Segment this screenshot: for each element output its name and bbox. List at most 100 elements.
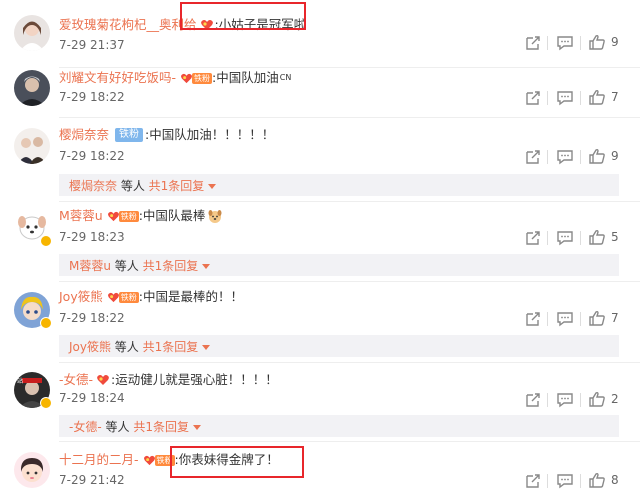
verified-badge-icon: [40, 317, 52, 329]
comment-icon[interactable]: [556, 392, 574, 408]
divider: [580, 474, 581, 488]
share-icon[interactable]: [524, 311, 542, 327]
highlight-box: [170, 446, 304, 478]
comment-icon[interactable]: [556, 473, 574, 489]
avatar[interactable]: [14, 452, 50, 488]
reply-count-link[interactable]: 共1条回复: [143, 340, 199, 354]
dog-emoji-icon: [207, 208, 223, 224]
reply-author[interactable]: -女德-: [69, 420, 102, 434]
reply-count-link[interactable]: 共1条回复: [133, 420, 189, 434]
fan-badge: 铁粉: [104, 291, 139, 304]
fan-badge: 铁粉: [177, 72, 213, 85]
comment-item: 樱焗奈奈 铁粉:中国队加油！！！！！ 7-29 18:22 9 樱焗奈奈 等人 共1条回…: [0, 126, 640, 202]
comment-icon[interactable]: [556, 311, 574, 327]
reply-count-link[interactable]: 共1条回复: [143, 259, 199, 273]
divider: [580, 36, 581, 50]
comment-icon[interactable]: [556, 35, 574, 51]
reply-author[interactable]: M蓉蓉u: [69, 259, 111, 273]
comment-item: 十二月的二月- 铁粉:你表妹得金牌了！ 7-29 21:42 8: [0, 451, 640, 491]
comment-icon[interactable]: [556, 149, 574, 165]
divider: [547, 36, 548, 50]
comment-text: :中国队最棒: [138, 208, 206, 223]
heart-badge-icon: [96, 373, 110, 387]
like-icon[interactable]: [588, 89, 606, 105]
like-icon[interactable]: [588, 391, 606, 407]
like-icon[interactable]: [588, 34, 606, 50]
chevron-down-icon: [192, 425, 201, 430]
comment-icon[interactable]: [556, 90, 574, 106]
username-link[interactable]: M蓉蓉u: [59, 208, 103, 224]
like-icon[interactable]: [588, 148, 606, 164]
comment-time: 7-29 18:22: [59, 311, 125, 325]
like-count: 9: [611, 149, 619, 163]
username-link[interactable]: 爱玫瑰菊花枸杞__奥利给: [59, 17, 197, 33]
share-icon[interactable]: [524, 35, 542, 51]
share-icon[interactable]: [524, 230, 542, 246]
reply-mid-text: 等人: [110, 340, 143, 354]
fan-heart-icon: [107, 210, 120, 223]
share-icon[interactable]: [524, 392, 542, 408]
fan-badge-label: 铁粉: [118, 291, 139, 303]
comment-item: Joy筱熊 铁粉:中国是最棒的！！ 7-29 18:22 7 Joy筱熊 等人 共1条回…: [0, 289, 640, 363]
reply-mid-text: 等人: [110, 259, 143, 273]
comment-text: :中国是最棒的！！: [138, 289, 243, 304]
divider: [580, 91, 581, 105]
like-icon[interactable]: [588, 472, 606, 488]
like-icon[interactable]: [588, 310, 606, 326]
fan-badge: 铁粉: [104, 210, 139, 223]
divider: [547, 150, 548, 164]
comment-item: M蓉蓉u 铁粉:中国队最棒 7-29 18:23 5 M蓉蓉u 等人 共1条回复: [0, 207, 640, 282]
divider: [547, 474, 548, 488]
divider: [547, 91, 548, 105]
comment-icon[interactable]: [556, 230, 574, 246]
row-divider: [59, 281, 640, 282]
avatar[interactable]: [14, 70, 50, 106]
comment-line: M蓉蓉u 铁粉:中国队最棒: [59, 208, 223, 224]
like-count: 8: [611, 473, 619, 487]
reply-summary[interactable]: M蓉蓉u 等人 共1条回复: [59, 254, 619, 276]
like-count: 2: [611, 392, 619, 406]
fan-heart-icon: [107, 291, 120, 304]
chevron-down-icon: [202, 345, 211, 350]
share-icon[interactable]: [524, 149, 542, 165]
avatar[interactable]: [14, 128, 50, 164]
highlight-box: [180, 2, 306, 30]
like-icon[interactable]: [588, 229, 606, 245]
chevron-down-icon: [208, 184, 217, 189]
share-icon[interactable]: [524, 473, 542, 489]
comment-time: 7-29 18:24: [59, 391, 125, 405]
username-link[interactable]: Joy筱熊: [59, 289, 103, 305]
row-divider: [59, 441, 640, 442]
username-link[interactable]: 樱焗奈奈: [59, 127, 109, 143]
comment-item: 刘耀文有好好吃饭吗- 铁粉:中国队加油 CN 7-29 18:22 7: [0, 70, 640, 118]
like-count: 7: [611, 90, 619, 104]
reply-author[interactable]: Joy筱熊: [69, 340, 111, 354]
username-link[interactable]: 十二月的二月-: [59, 452, 139, 468]
row-divider: [59, 362, 640, 363]
comment-line: Joy筱熊 铁粉:中国是最棒的！！: [59, 289, 243, 305]
row-divider: [59, 117, 640, 118]
comment-line: 刘耀文有好好吃饭吗- 铁粉:中国队加油 CN: [59, 70, 291, 86]
reply-summary[interactable]: 樱焗奈奈 等人 共1条回复: [59, 174, 619, 196]
divider: [547, 231, 548, 245]
comment-time: 7-29 21:42: [59, 473, 125, 487]
reply-summary[interactable]: -女德- 等人 共1条回复: [59, 415, 619, 437]
comment-item: 爱玫瑰菊花枸杞__奥利给:小姑子是冠军啦 7-29 21:37 9: [0, 12, 640, 68]
comment-item: 站 -女德-:运动健儿就是强心脏！！！！ 7-29 18:24 2 -女德- 等人 共1…: [0, 371, 640, 442]
username-link[interactable]: 刘耀文有好好吃饭吗-: [59, 70, 176, 86]
tiefen-badge: 铁粉: [115, 128, 144, 142]
comment-line: -女德-:运动健儿就是强心脏！！！！: [59, 372, 278, 388]
fan-badge-label: 铁粉: [192, 72, 213, 84]
divider: [547, 393, 548, 407]
row-divider: [59, 201, 640, 202]
reply-author[interactable]: 樱焗奈奈: [69, 179, 117, 193]
reply-count-link[interactable]: 共1条回复: [149, 179, 205, 193]
chevron-down-icon: [202, 264, 211, 269]
reply-summary[interactable]: Joy筱熊 等人 共1条回复: [59, 335, 619, 357]
username-link[interactable]: -女德-: [59, 372, 93, 388]
comment-time: 7-29 18:23: [59, 230, 125, 244]
avatar[interactable]: [14, 15, 50, 51]
comment-time: 7-29 21:37: [59, 38, 125, 52]
share-icon[interactable]: [524, 90, 542, 106]
comment-time: 7-29 18:22: [59, 149, 125, 163]
